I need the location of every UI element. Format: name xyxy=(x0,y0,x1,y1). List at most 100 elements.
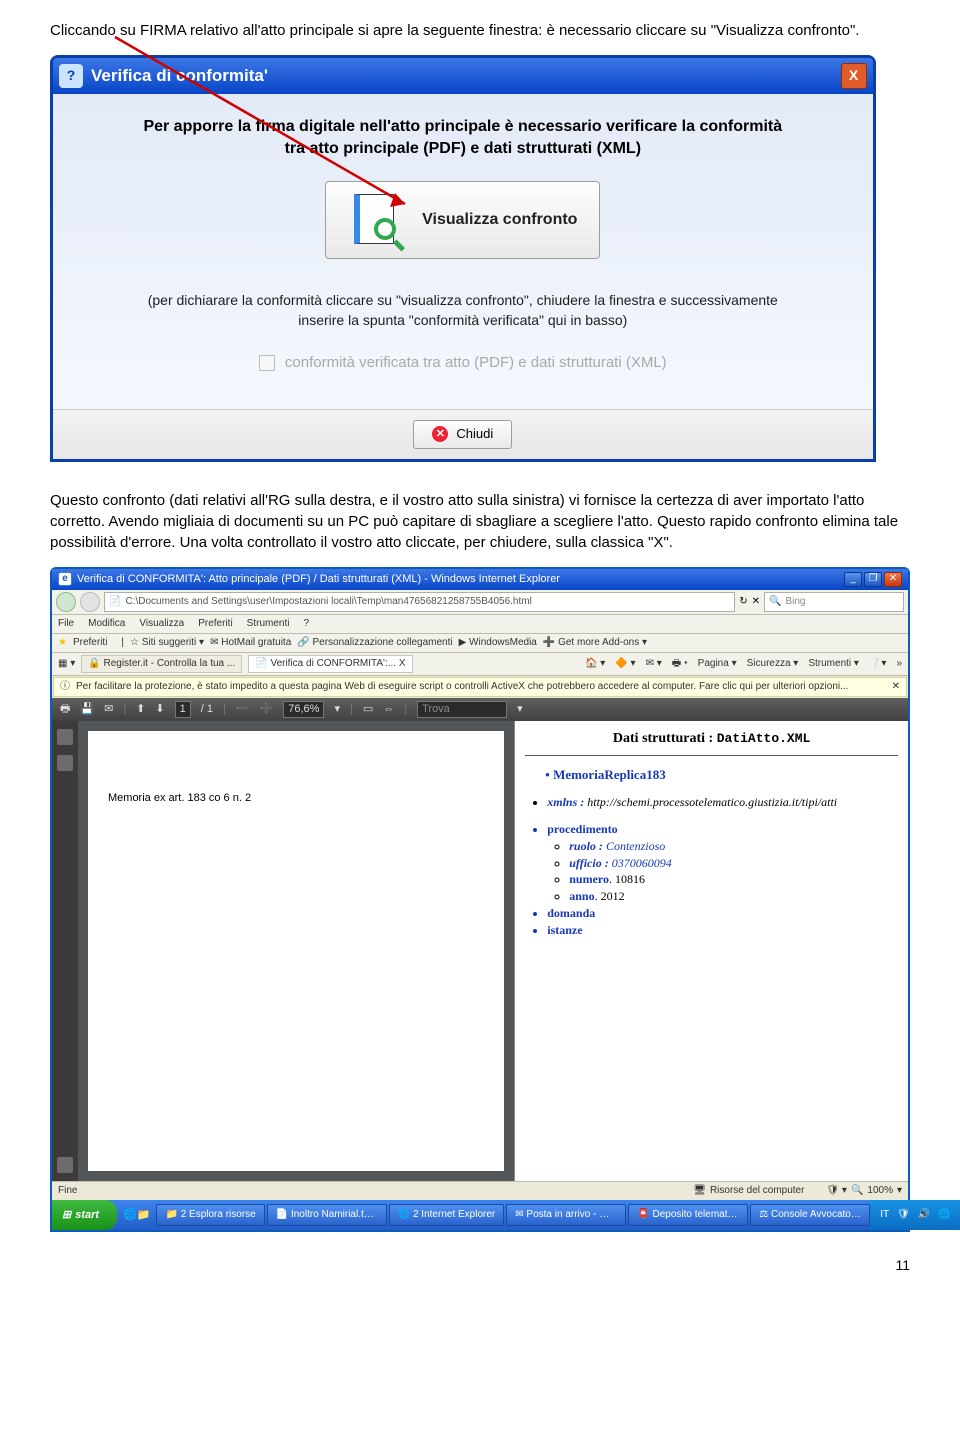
quicklaunch-icon[interactable]: 🌐 xyxy=(123,1208,137,1223)
feeds-icon[interactable]: 🔶 ▾ xyxy=(615,657,635,671)
tab-verifica[interactable]: 📄 Verifica di CONFORMITA':... X xyxy=(248,655,412,673)
ie-favorites-bar: ★ Preferiti | ☆ Siti suggeriti ▾ ✉ HotMa… xyxy=(52,634,908,653)
more-chevron[interactable]: » xyxy=(896,657,902,671)
xml-anno: anno. 2012 xyxy=(569,888,908,905)
ie-right-tools: 🏠 ▾ 🔶 ▾ ✉ ▾ 🖶 ▾ Pagina ▾ Sicurezza ▾ Str… xyxy=(585,657,902,671)
favorites-star-icon[interactable]: ★ xyxy=(58,636,67,650)
task-item-2[interactable]: 🌐 2 Internet Explorer xyxy=(389,1204,505,1226)
task-item-5[interactable]: ⚖ Console Avvocato®... xyxy=(750,1204,870,1226)
pdf-sidebar xyxy=(52,721,78,1181)
tool-pagina[interactable]: Pagina ▾ xyxy=(698,657,737,671)
pdf-page-up[interactable]: ⬆ xyxy=(136,702,145,717)
fav-item-1[interactable]: ✉ HotMail gratuita xyxy=(210,636,291,650)
tool-strumenti[interactable]: Strumenti ▾ xyxy=(808,657,859,671)
status-zoom[interactable]: 🛡 ▾ 🔍 100% ▾ xyxy=(826,1184,902,1198)
xml-list: xmlns : http://schemi.processotelematico… xyxy=(547,794,908,811)
maximize-button[interactable]: ❐ xyxy=(864,572,882,587)
tray-icon-1[interactable]: 🛡 xyxy=(897,1208,910,1222)
pdf-bookmarks-icon[interactable] xyxy=(57,755,73,771)
status-zone: 🖥 Risorse del computer xyxy=(693,1184,804,1198)
page-icon: 📄 xyxy=(109,595,121,609)
ie-infobar[interactable]: ⓘ Per facilitare la protezione, è stato … xyxy=(53,677,907,697)
start-button[interactable]: ⊞ start xyxy=(52,1200,117,1230)
xml-ruolo: ruolo : Contenzioso xyxy=(569,838,908,855)
refresh-button[interactable]: ↻ xyxy=(739,595,747,609)
preferiti-label[interactable]: Preferiti xyxy=(73,636,107,650)
fav-item-3[interactable]: ▶ WindowsMedia xyxy=(459,636,537,650)
pdf-zoom-in[interactable]: ➕ xyxy=(260,702,274,717)
mail-icon[interactable]: ✉ ▾ xyxy=(646,657,662,671)
tool-sicurezza[interactable]: Sicurezza ▾ xyxy=(747,657,799,671)
pdf-document: Memoria ex art. 183 co 6 n. 2 xyxy=(88,731,504,1171)
tray-icon-3[interactable]: 🌐 xyxy=(938,1208,950,1222)
forward-button[interactable] xyxy=(80,592,100,612)
tab-register[interactable]: 🔒 Register.it - Controlla la tua ... xyxy=(81,655,242,673)
pdf-find-dropdown[interactable]: ▾ xyxy=(517,702,523,717)
pdf-save-icon[interactable]: 💾 xyxy=(80,702,94,717)
menu-preferiti[interactable]: Preferiti xyxy=(198,617,232,631)
xml-numero: numero. 10816 xyxy=(569,871,908,888)
back-button[interactable] xyxy=(56,592,76,612)
search-input[interactable]: 🔍 Bing xyxy=(764,592,904,612)
pdf-zoom-dropdown[interactable]: ▾ xyxy=(334,702,340,717)
dialog-titlebar: ? Verifica di conformita' X xyxy=(53,58,873,94)
pdf-fitw-icon[interactable]: ⇔ xyxy=(383,702,394,717)
close-window-button[interactable]: ✕ xyxy=(884,572,902,587)
pdf-mail-icon[interactable]: ✉ xyxy=(104,702,113,717)
ie-address-bar: 📄 C:\Documents and Settings\user\Imposta… xyxy=(52,590,908,615)
status-fine: Fine xyxy=(58,1184,77,1198)
infobar-icon: ⓘ xyxy=(60,680,70,694)
intro-paragraph: Cliccando su FIRMA relativo all'atto pri… xyxy=(50,20,910,41)
menu-file[interactable]: File xyxy=(58,617,74,631)
help-icon[interactable]: ❔▾ xyxy=(869,657,886,671)
tray-icon-2[interactable]: 🔊 xyxy=(918,1208,930,1222)
zoom-icon: 🔍 xyxy=(851,1184,863,1198)
xml-sub: ruolo : Contenzioso ufficio : 0370060094… xyxy=(547,838,908,905)
help-icon: ? xyxy=(59,64,83,88)
visualizza-confronto-button[interactable]: Visualizza confronto xyxy=(325,181,600,259)
pdf-page-down[interactable]: ⬇ xyxy=(155,702,164,717)
menu-help[interactable]: ? xyxy=(303,617,309,631)
pdf-fit-icon[interactable]: ▭ xyxy=(363,702,373,717)
menu-modifica[interactable]: Modifica xyxy=(88,617,125,631)
fav-item-4[interactable]: ➕ Get more Add-ons ▾ xyxy=(543,636,647,650)
task-item-3[interactable]: ✉ Posta in arrivo - Micr... xyxy=(506,1204,626,1226)
verifica-dialog: ? Verifica di conformita' X Per apporre … xyxy=(50,55,876,462)
pdf-attachments-icon[interactable] xyxy=(57,1157,73,1173)
print-icon[interactable]: 🖶 ▾ xyxy=(672,657,688,671)
dialog-body: Per apporre la firma digitale nell'atto … xyxy=(53,94,873,409)
conformita-checkbox[interactable] xyxy=(259,355,275,371)
task-item-0[interactable]: 📁 2 Esplora risorse xyxy=(156,1204,264,1226)
tray-lang[interactable]: IT xyxy=(880,1208,889,1222)
dialog-heading-l1: Per apporre la firma digitale nell'atto … xyxy=(75,116,851,138)
pdf-viewport[interactable]: Memoria ex art. 183 co 6 n. 2 xyxy=(78,721,514,1181)
quicklaunch-icon-2[interactable]: 📁 xyxy=(137,1208,151,1223)
dialog-heading-l2: tra atto principale (PDF) e dati struttu… xyxy=(75,138,851,160)
ie-icon: e xyxy=(58,572,72,586)
intro-text-a: Cliccando su FIRMA relativo all'atto pri… xyxy=(50,22,711,39)
stop-button[interactable]: ✕ xyxy=(752,595,760,609)
pdf-page-input[interactable]: 1 xyxy=(175,701,191,718)
infobar-close[interactable]: ✕ xyxy=(892,680,900,694)
chiudi-label: Chiudi xyxy=(456,425,493,443)
taskbar: ⊞ start 🌐 📁 📁 2 Esplora risorse 📄 Inoltr… xyxy=(52,1200,908,1230)
pdf-find-input[interactable]: Trova xyxy=(417,701,507,718)
pdf-zoom-out[interactable]: ➖ xyxy=(236,702,250,717)
task-item-4[interactable]: 📮 Deposito telematic... xyxy=(628,1204,748,1226)
zoom-protect-icon: 🛡 ▾ xyxy=(826,1184,847,1198)
xml-ufficio: ufficio : 0370060094 xyxy=(569,855,908,872)
tabs-grid-icon[interactable]: ▦ ▾ xyxy=(58,657,75,671)
pdf-zoom-value[interactable]: 76,6% xyxy=(283,701,324,718)
address-input[interactable]: 📄 C:\Documents and Settings\user\Imposta… xyxy=(104,592,735,612)
menu-visualizza[interactable]: Visualizza xyxy=(139,617,184,631)
pdf-thumbnails-icon[interactable] xyxy=(57,729,73,745)
minimize-button[interactable]: _ xyxy=(844,572,862,587)
pdf-print-icon[interactable]: 🖶 xyxy=(60,702,70,717)
task-item-1[interactable]: 📄 Inoltro Namirial.txt -... xyxy=(267,1204,387,1226)
chiudi-button[interactable]: ✕ Chiudi xyxy=(413,420,512,448)
home-icon[interactable]: 🏠 ▾ xyxy=(585,657,605,671)
dialog-close-button[interactable]: X xyxy=(841,63,867,89)
fav-item-0[interactable]: ☆ Siti suggeriti ▾ xyxy=(130,636,204,650)
menu-strumenti[interactable]: Strumenti xyxy=(247,617,290,631)
fav-item-2[interactable]: 🔗 Personalizzazione collegamenti xyxy=(297,636,452,650)
